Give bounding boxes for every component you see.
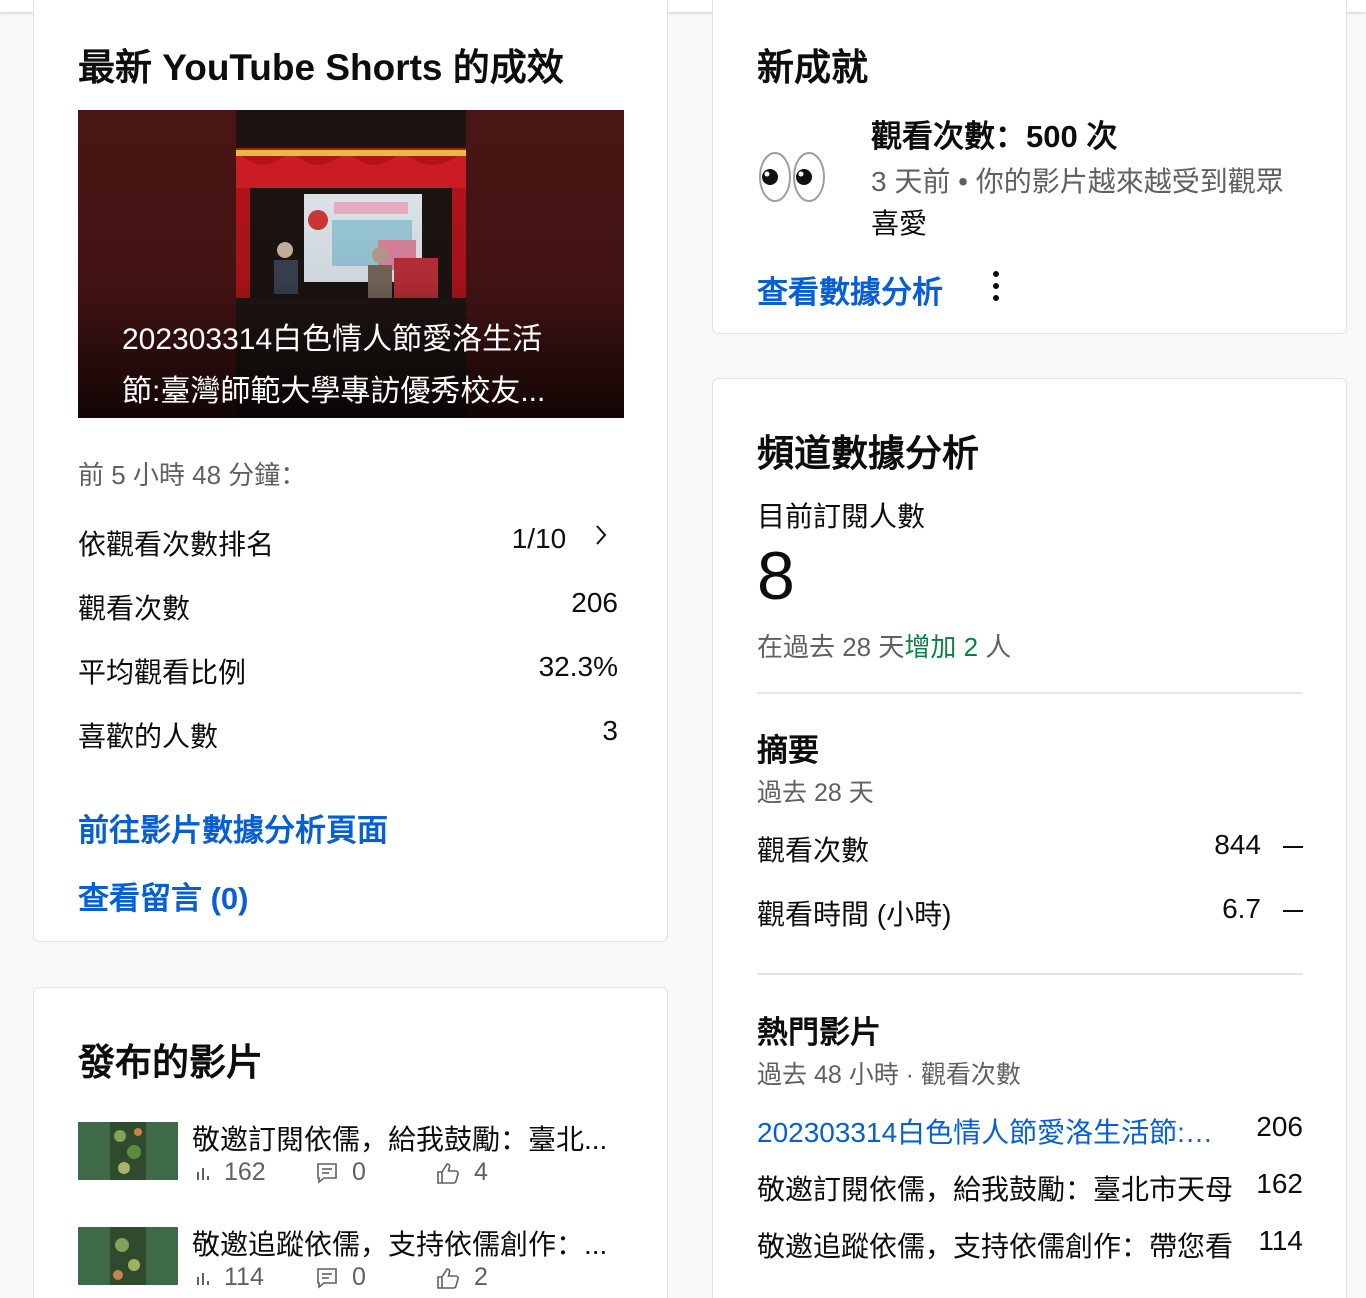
achievement-card: 新成就 觀看次數：500 次 3 天前 • 你的影片越來越受到觀眾 喜愛 查看數… [712,0,1347,334]
stat-value: 206 [571,587,618,618]
comment-icon [317,1267,337,1289]
stat-row-likes: 喜歡的人數 3 [78,715,618,759]
card-title: 新成就 [757,47,868,88]
change-prefix: 在過去 28 天 [757,632,905,662]
change-highlight: 增加 2 [904,632,979,662]
comments-stat: 0 [316,1158,366,1187]
top-video-row[interactable]: 202303314白色情人節愛洛生活節:臺灣師範大學 206 [757,1111,1303,1151]
stat-value: 3 [602,715,618,746]
stat-value: 1/10 [511,523,567,554]
top-videos-period: 過去 48 小時 · 觀看次數 [757,1061,1021,1089]
summary-label: 觀看時間 (小時) [757,899,952,930]
comments-count: 0 [352,1263,366,1291]
subscribers-label: 目前訂閱人數 [757,501,926,532]
likes-stat: 4 [436,1158,488,1187]
summary-period: 過去 28 天 [757,779,874,807]
top-video-title[interactable]: 202303314白色情人節愛洛生活節:臺灣師範大學 [757,1111,1239,1151]
top-video-title[interactable]: 敬邀訂閱依儒，給我鼓勵：臺北市天母 [757,1168,1239,1208]
bar-chart-icon [197,1167,209,1180]
top-video-views: 114 [1258,1225,1303,1256]
view-comments-link[interactable]: 查看留言 (0) [78,873,249,918]
stat-row-avg-percent: 平均觀看比例 32.3% [78,651,618,695]
view-analytics-link[interactable]: 查看數據分析 [757,267,943,312]
list-item[interactable]: 敬邀訂閱依儒，給我鼓勵：臺北... 162 0 4 [78,1118,638,1208]
card-title: 最新 YouTube Shorts 的成效 [78,47,564,88]
list-item[interactable]: 敬邀追蹤依儒，支持依儒創作：... 114 0 2 [78,1223,638,1298]
comment-icon [317,1162,337,1184]
video-title[interactable]: 敬邀追蹤依儒，支持依儒創作：... [192,1223,622,1263]
top-video-row[interactable]: 敬邀追蹤依儒，支持依儒創作：帶您看 114 [757,1225,1303,1265]
views-stat: 162 [196,1158,266,1187]
summary-value: 6.7 [1222,893,1261,924]
stat-value: 32.3% [538,651,618,682]
subscribers-count: 8 [757,538,795,614]
likes-count: 4 [474,1158,488,1186]
eyes-icon [757,147,827,207]
achievement-desc: 3 天前 • 你的影片越來越受到觀眾 喜愛 [871,161,1284,245]
stat-label: 依觀看次數排名 [78,529,275,560]
likes-stat: 2 [436,1263,488,1292]
stat-row-rank[interactable]: 依觀看次數排名 1/10 [78,523,618,567]
thumbs-up-icon [437,1162,459,1184]
stat-label: 平均觀看比例 [78,657,247,688]
video-thumbnail-image [78,1122,178,1180]
thumbs-up-icon [437,1267,459,1289]
summary-row-views: 觀看次數 844 [757,829,1303,873]
views-count: 162 [224,1158,266,1186]
shorts-performance-card: 最新 YouTube Shorts 的成效 202303314白色情人節愛洛生活… [33,0,668,942]
video-thumbnail-image [78,1227,178,1285]
channel-analytics-card: 頻道數據分析 目前訂閱人數 8 在過去 28 天增加 2 人 摘要 過去 28 … [712,378,1347,1298]
achievement-desc-line: 3 天前 • 你的影片越來越受到觀眾 [871,166,1284,197]
top-video-views: 162 [1256,1168,1303,1199]
stat-label: 觀看次數 [78,593,191,624]
comments-count: 0 [352,1158,366,1186]
top-videos-title: 熱門影片 [757,1015,881,1050]
video-title[interactable]: 敬邀訂閱依儒，給我鼓勵：臺北... [192,1118,622,1158]
no-change-dash [1283,909,1303,912]
achievement-headline: 觀看次數：500 次 [871,119,1118,154]
video-analytics-link[interactable]: 前往影片數據分析頁面 [78,805,388,850]
video-thumbnail[interactable] [78,1122,178,1180]
summary-title: 摘要 [757,733,819,768]
video-title-line: 202303314白色情人節愛洛生活 [122,323,543,356]
divider [757,973,1303,975]
stat-label: 喜歡的人數 [78,721,219,752]
shorts-thumbnail[interactable]: 202303314白色情人節愛洛生活 節:臺灣師範大學專訪優秀校友... [78,110,624,418]
comments-stat: 0 [316,1263,366,1292]
subscribers-change: 在過去 28 天增加 2 人 [757,627,1011,664]
no-change-dash [1283,845,1303,848]
video-thumbnail[interactable] [78,1227,178,1285]
views-stat: 114 [196,1263,264,1292]
top-video-row[interactable]: 敬邀訂閱依儒，給我鼓勵：臺北市天母 162 [757,1168,1303,1208]
video-title-line: 節:臺灣師範大學專訪優秀校友... [122,375,546,408]
summary-label: 觀看次數 [757,835,870,866]
achievement-desc-line: 喜愛 [871,208,928,239]
card-title: 發布的影片 [78,1042,263,1083]
top-video-views: 206 [1256,1111,1303,1142]
more-vert-icon[interactable] [989,269,1003,303]
bar-chart-icon [197,1272,209,1285]
likes-count: 2 [474,1263,488,1291]
summary-value: 844 [1214,829,1261,860]
top-video-title[interactable]: 敬邀追蹤依儒，支持依儒創作：帶您看 [757,1225,1239,1265]
divider [757,692,1303,694]
card-title: 頻道數據分析 [757,433,979,474]
stats-period: 前 5 小時 48 分鐘： [78,460,307,490]
summary-row-watch-time: 觀看時間 (小時) 6.7 [757,893,1303,937]
chevron-right-icon [596,525,607,545]
change-suffix: 人 [978,632,1012,662]
published-videos-card: 發布的影片 敬邀訂閱依儒，給我鼓勵：臺北... 162 0 4 敬邀追蹤依儒，支… [33,987,668,1298]
stat-row-views: 觀看次數 206 [78,587,618,631]
views-count: 114 [224,1263,264,1291]
